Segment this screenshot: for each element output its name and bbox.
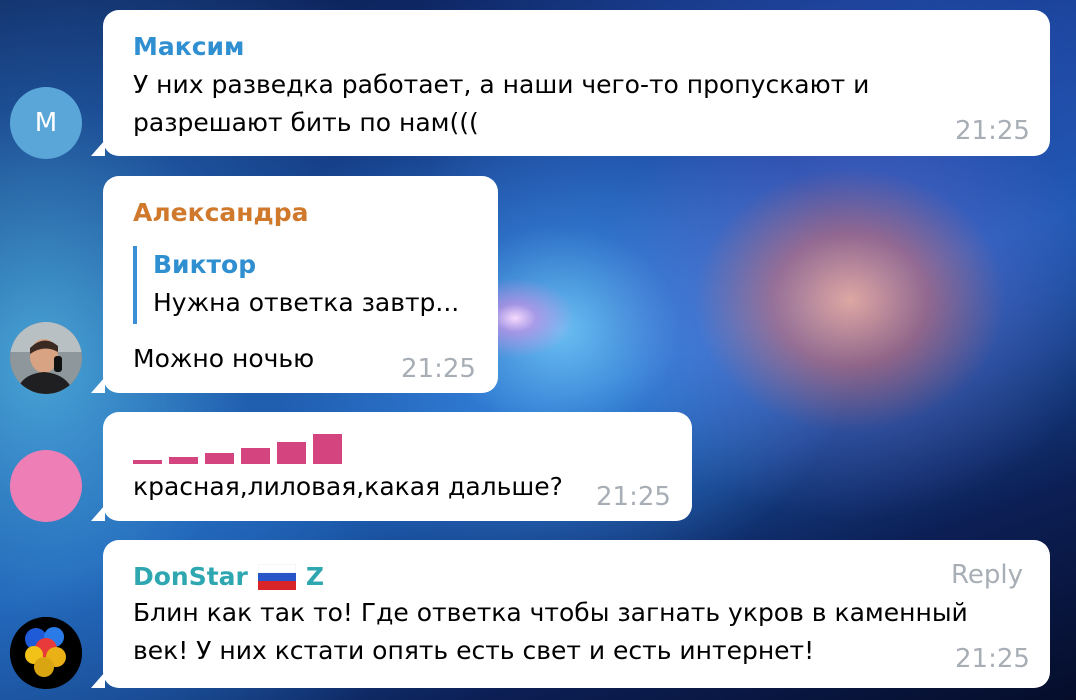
level-bar-2 bbox=[169, 457, 198, 464]
message-time: 21:25 bbox=[401, 354, 476, 384]
message-text-line: разрешают бить по нам((( bbox=[133, 108, 479, 137]
avatar-letter: М bbox=[34, 108, 58, 138]
message-bubble[interactable]: Александра Виктор Нужна ответка завтр...… bbox=[103, 176, 498, 393]
message-time: 21:25 bbox=[955, 644, 1030, 674]
reply-quote[interactable]: Виктор Нужна ответка завтр... bbox=[133, 246, 459, 324]
message-author[interactable]: DonStar Z bbox=[133, 562, 324, 591]
reply-button[interactable]: Reply bbox=[951, 560, 1023, 590]
message-bubble[interactable]: красная,лиловая,какая дальше? 21:25 bbox=[103, 412, 692, 521]
message-time: 21:25 bbox=[596, 482, 671, 512]
reply-text: Нужна ответка завтр... bbox=[153, 288, 460, 317]
russian-flag-icon bbox=[257, 563, 296, 590]
message-author[interactable]: Александра bbox=[133, 198, 309, 227]
message-author[interactable]: Максим bbox=[133, 32, 245, 61]
avatar[interactable]: М bbox=[10, 87, 82, 159]
message-text-line: У них разведка работает, а наши чего-то … bbox=[133, 70, 870, 99]
author-name: DonStar bbox=[133, 562, 248, 591]
message-bubble[interactable]: DonStar Z Reply Блин как так то! Где отв… bbox=[103, 540, 1050, 688]
message-text: Можно ночью bbox=[133, 344, 315, 373]
message-time: 21:25 bbox=[955, 116, 1030, 146]
level-bars bbox=[133, 432, 342, 464]
level-bar-1 bbox=[133, 460, 162, 464]
user-photo-icon bbox=[10, 322, 82, 394]
level-bar-3 bbox=[205, 453, 234, 464]
avatar[interactable] bbox=[10, 617, 82, 689]
level-bar-5 bbox=[277, 442, 306, 464]
avatar[interactable] bbox=[10, 450, 82, 522]
reply-author: Виктор bbox=[153, 250, 257, 279]
level-bar-6 bbox=[313, 434, 342, 464]
colorful-smoke-avatar-icon bbox=[10, 617, 82, 689]
author-suffix: Z bbox=[305, 562, 325, 591]
message-text-line: век! У них кстати опять есть свет и есть… bbox=[133, 636, 815, 665]
level-bar-4 bbox=[241, 448, 270, 464]
avatar[interactable] bbox=[10, 322, 82, 394]
message-text: красная,лиловая,какая дальше? bbox=[133, 472, 563, 501]
message-text-line: Блин как так то! Где ответка чтобы загна… bbox=[133, 598, 968, 627]
message-bubble[interactable]: Максим У них разведка работает, а наши ч… bbox=[103, 10, 1050, 156]
